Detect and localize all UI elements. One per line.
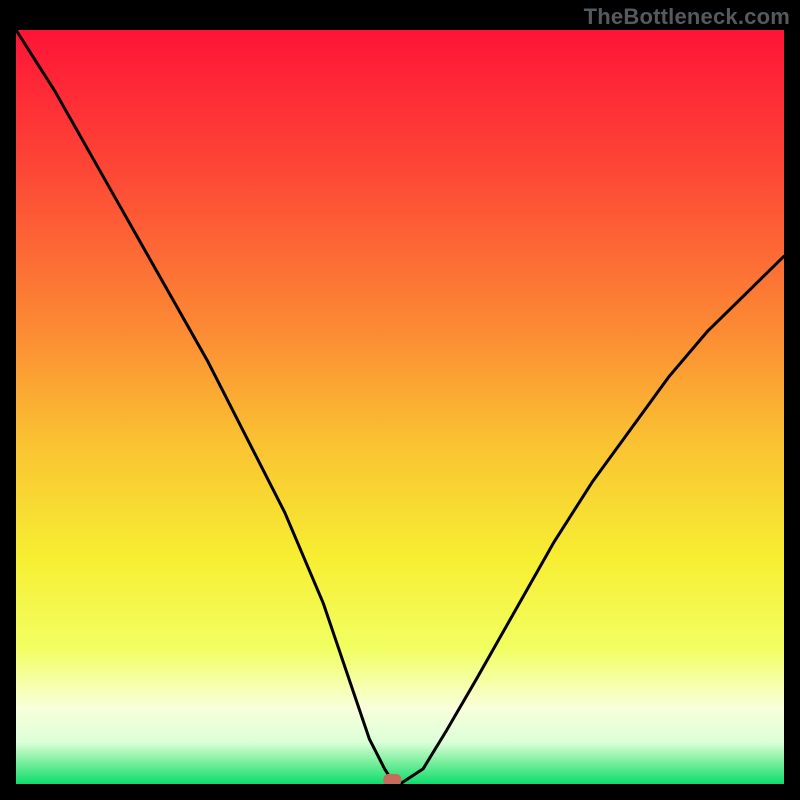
curve-marker [383,774,401,784]
plot-area [16,30,784,784]
plot-svg [16,30,784,784]
gradient-rect [16,30,784,784]
chart-frame: TheBottleneck.com [0,0,800,800]
watermark-text: TheBottleneck.com [584,4,790,30]
